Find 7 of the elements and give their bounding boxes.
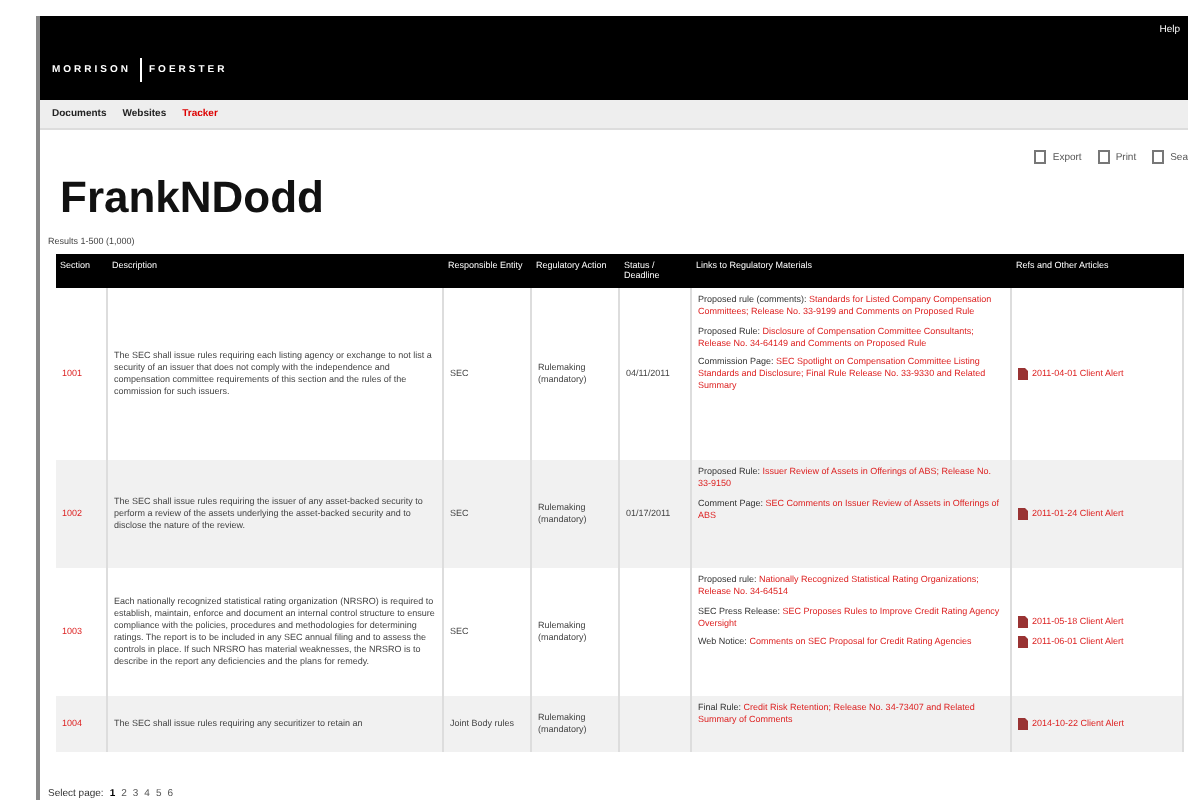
page-icon bbox=[1097, 150, 1110, 164]
document-icon bbox=[1018, 508, 1028, 520]
page-title: FrankNDodd bbox=[60, 172, 326, 224]
page-icon bbox=[1034, 150, 1047, 164]
page-icon bbox=[1152, 150, 1165, 164]
document-icon bbox=[1018, 368, 1028, 380]
document-icon bbox=[1018, 718, 1028, 730]
